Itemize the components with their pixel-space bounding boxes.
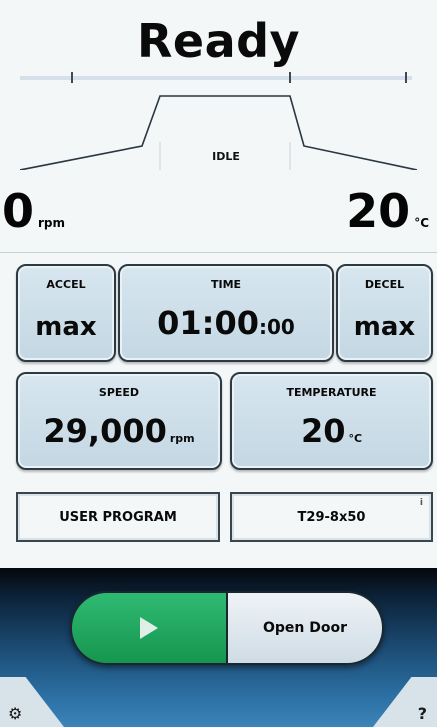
gears-icon: ⚙ [8,704,23,723]
temperature-setpoint-unit: °C [348,432,363,445]
rotor-select-button[interactable]: T29-8x50 i [230,492,433,542]
temperature-setpoint-value: 20 [300,412,346,450]
accel-value: max [35,312,97,342]
current-temperature-value: 20 [346,184,411,238]
time-value: 01:00:00 [120,304,332,342]
decel-button[interactable]: DECEL max [336,264,433,362]
user-program-button[interactable]: USER PROGRAM [16,492,220,542]
start-button[interactable] [72,593,226,663]
current-temperature-readout: 20 °C [346,188,429,246]
speed-label: SPEED [98,386,140,399]
time-label: TIME [210,278,242,291]
time-button[interactable]: TIME 01:00:00 [118,264,334,362]
divider [0,252,437,253]
speed-button[interactable]: SPEED 29,000 rpm [16,372,222,470]
speed-setpoint-value: 29,000 [43,412,167,450]
current-speed-unit: rpm [38,216,66,230]
current-speed-value: 0 [2,184,35,238]
time-value-seconds: :00 [259,315,295,339]
decel-value: max [353,312,416,342]
decel-label: DECEL [364,278,405,291]
rotor-label: T29-8x50 [297,509,366,525]
help-corner[interactable]: ? [373,677,437,727]
run-state-label: IDLE [212,150,240,163]
settings-corner[interactable]: ⚙ [0,677,64,727]
current-speed-readout: 0 rpm [2,188,65,246]
time-value-main: 01:00 [157,304,259,342]
current-temperature-unit: °C [414,216,429,230]
temperature-label: TEMPERATURE [286,386,377,399]
centrifuge-screen: Ready IDLE 0 rpm 20 °C ACCEL max TIME 01:0… [0,0,437,727]
open-door-button[interactable]: Open Door [226,593,382,663]
speed-setpoint-unit: rpm [169,432,195,445]
play-icon [140,617,158,639]
speed-setpoint: 29,000 rpm [18,412,220,450]
status-title: Ready [136,14,301,68]
accel-label: ACCEL [46,278,86,291]
help-icon: ? [417,704,427,723]
status-panel: Ready IDLE 0 rpm 20 °C ACCEL max TIME 01:0… [0,0,437,568]
accel-button[interactable]: ACCEL max [16,264,116,362]
info-icon: i [419,498,423,508]
start-door-control: Open Door [70,591,384,665]
temperature-setpoint: 20 °C [232,412,431,450]
temperature-button[interactable]: TEMPERATURE 20 °C [230,372,433,470]
